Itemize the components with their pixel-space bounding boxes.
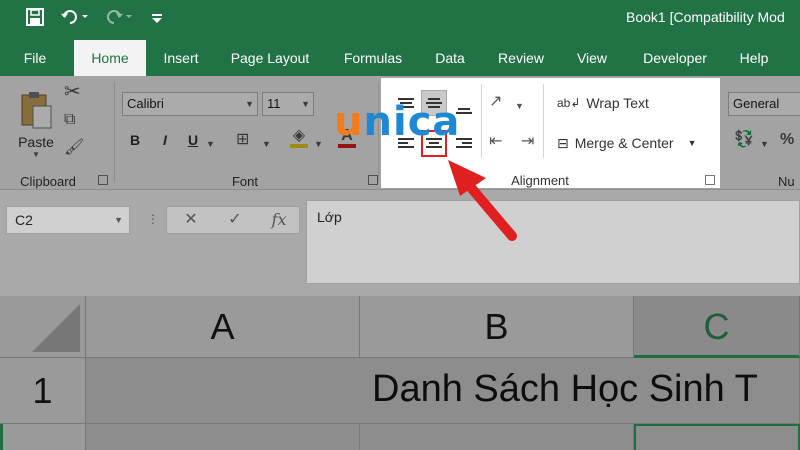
- cell-a2[interactable]: [86, 424, 360, 450]
- wrap-text-icon: ab↲: [557, 96, 581, 110]
- pointer-arrow-icon: [448, 160, 517, 241]
- wrap-text-button[interactable]: ab↲ Wrap Text: [557, 90, 649, 116]
- cancel-button[interactable]: ✕: [176, 206, 206, 234]
- tab-formulas[interactable]: Formulas: [334, 40, 412, 76]
- undo-icon[interactable]: [60, 8, 90, 32]
- paste-button[interactable]: Paste ▼: [14, 84, 58, 164]
- cut-icon[interactable]: ✂: [64, 82, 81, 102]
- customize-icon[interactable]: [150, 8, 164, 32]
- enter-button[interactable]: ✓: [220, 206, 250, 234]
- font-launcher-icon[interactable]: [368, 175, 378, 185]
- paste-icon: [21, 91, 52, 128]
- chevron-down-icon[interactable]: ▼: [206, 136, 215, 152]
- insert-function-button[interactable]: fx: [264, 206, 294, 234]
- logo-letter: u: [334, 99, 364, 145]
- number-group-label: Nu: [778, 174, 795, 189]
- tab-file[interactable]: File: [12, 40, 58, 76]
- tab-review[interactable]: Review: [490, 40, 552, 76]
- fill-color-icon[interactable]: ◈: [290, 128, 308, 148]
- tab-help[interactable]: Help: [732, 40, 776, 76]
- redo-icon[interactable]: [104, 8, 134, 32]
- tab-insert[interactable]: Insert: [154, 40, 208, 76]
- unica-logo: unica: [334, 100, 460, 144]
- font-size-select[interactable]: 11 ▼: [262, 92, 314, 116]
- cell-b2[interactable]: [360, 424, 634, 450]
- decrease-indent-icon[interactable]: ⇤: [489, 134, 502, 150]
- formula-input[interactable]: Lớp: [306, 200, 800, 284]
- name-box-value: C2: [15, 212, 33, 228]
- tab-view[interactable]: View: [570, 40, 614, 76]
- percent-button[interactable]: %: [780, 132, 794, 148]
- number-format-select[interactable]: General: [728, 92, 800, 116]
- clipboard-launcher-icon[interactable]: [98, 175, 108, 185]
- column-header-b[interactable]: B: [360, 296, 634, 358]
- borders-icon[interactable]: ⊞: [236, 132, 249, 148]
- tab-home[interactable]: Home: [74, 40, 146, 76]
- title-bar: Book1 [Compatibility Mod: [0, 0, 800, 40]
- copy-icon[interactable]: ⧉: [64, 112, 75, 128]
- underline-button[interactable]: U: [184, 132, 202, 148]
- tab-developer[interactable]: Developer: [634, 40, 716, 76]
- column-header-c[interactable]: C: [634, 296, 800, 358]
- row-header-2[interactable]: [0, 424, 86, 450]
- font-size-value: 11: [267, 96, 281, 111]
- accounting-format-icon[interactable]: 💱: [734, 132, 754, 148]
- chevron-down-icon: ▼: [301, 99, 310, 109]
- chevron-down-icon: ▼: [687, 138, 697, 148]
- row-header-1[interactable]: 1: [0, 358, 86, 424]
- title-cell-text: Danh Sách Học Sinh T: [372, 368, 758, 410]
- logo-letter: n: [363, 99, 393, 145]
- ribbon-tabs: File Home Insert Page Layout Formulas Da…: [0, 40, 800, 76]
- paste-label: Paste: [18, 133, 54, 150]
- alignment-launcher-icon[interactable]: [705, 175, 715, 185]
- font-name-value: Calibri: [127, 96, 164, 111]
- save-icon[interactable]: [26, 8, 44, 32]
- chevron-down-icon: ▼: [32, 149, 40, 159]
- divider: [481, 84, 482, 158]
- document-title: Book1 [Compatibility Mod: [626, 9, 785, 25]
- merge-center-label: Merge & Center: [574, 135, 674, 151]
- cell-c2[interactable]: [634, 424, 800, 450]
- orientation-icon[interactable]: ↗: [489, 94, 502, 110]
- chevron-down-icon[interactable]: ▼: [515, 98, 524, 114]
- format-painter-icon[interactable]: 🖌: [64, 140, 84, 156]
- logo-letter: a: [432, 99, 461, 145]
- name-box[interactable]: C2 ▼: [6, 206, 130, 234]
- merge-center-icon: ⊟: [557, 134, 569, 151]
- clipboard-group-label: Clipboard: [20, 174, 76, 189]
- number-format-value: General: [733, 96, 780, 111]
- wrap-text-label: Wrap Text: [586, 95, 649, 111]
- divider: [114, 82, 115, 182]
- italic-button[interactable]: I: [156, 132, 174, 148]
- logo-letter: c: [407, 99, 433, 145]
- select-all-corner[interactable]: [0, 296, 86, 358]
- increase-indent-icon[interactable]: ⇥: [521, 134, 534, 150]
- font-group-label: Font: [231, 174, 258, 189]
- alignment-group-label: Alignment: [511, 173, 569, 188]
- tab-data[interactable]: Data: [428, 40, 472, 76]
- divider: [543, 84, 544, 158]
- chevron-down-icon: ▼: [245, 99, 254, 109]
- formula-content: Lớp: [317, 209, 342, 225]
- chevron-down-icon: ▼: [114, 215, 123, 225]
- bold-button[interactable]: B: [126, 132, 144, 148]
- tab-page-layout[interactable]: Page Layout: [224, 40, 316, 76]
- merge-center-button[interactable]: ⊟ Merge & Center ▼: [557, 130, 696, 156]
- font-name-select[interactable]: Calibri ▼: [122, 92, 258, 116]
- chevron-down-icon[interactable]: ▼: [760, 136, 769, 152]
- logo-letter: i: [392, 99, 408, 145]
- column-header-a[interactable]: A: [86, 296, 360, 358]
- chevron-down-icon[interactable]: ▼: [262, 136, 271, 152]
- more-icon: ⋮: [147, 212, 159, 226]
- chevron-down-icon[interactable]: ▼: [314, 136, 323, 152]
